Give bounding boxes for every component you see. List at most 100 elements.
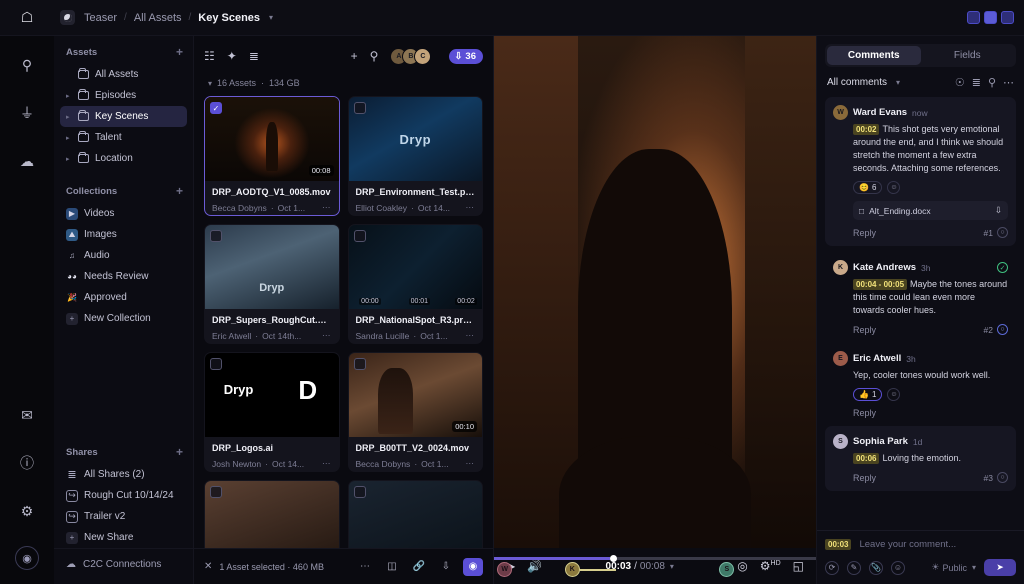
help-icon[interactable]: ⓘ [14, 450, 40, 476]
avatar[interactable]: ◉ [15, 546, 39, 570]
draw-icon[interactable]: ⟳ [825, 561, 839, 575]
sidebar-item-all-shares[interactable]: ≣ All Shares (2) [60, 464, 187, 485]
sidebar-item-talent[interactable]: ▸ Talent [60, 127, 187, 148]
asset-thumbnail[interactable]: 00:10 [349, 353, 483, 437]
search-icon[interactable]: ⚲ [370, 49, 379, 63]
list-item[interactable]: W Ward Evans now 00:02This shot gets ver… [825, 97, 1016, 246]
composer-timecode[interactable]: 00:03 [825, 539, 851, 550]
sidebar-item-audio[interactable]: ♫ Audio [60, 245, 187, 266]
comment-input[interactable]: Leave your comment... [859, 539, 956, 550]
toggle-center-pane-button[interactable] [984, 11, 997, 24]
reaction-pill[interactable]: 👍 1 [853, 388, 882, 401]
avatar[interactable]: E [833, 351, 848, 366]
pin-icon[interactable]: ☉ [955, 76, 965, 89]
add-reaction-icon[interactable]: ☺ [887, 388, 900, 401]
table-row[interactable]: ✓ 00:08 DRP_AODTQ_V1_0085.mov Becca Doby… [204, 96, 340, 216]
chevron-right-icon[interactable]: ▸ [66, 134, 72, 142]
table-row[interactable]: Dryp D DRP_Logos.ai Josh Newton · Oct 14… [204, 352, 340, 472]
asset-thumbnail[interactable] [349, 481, 483, 548]
upload-button[interactable]: ⇩ 36 [449, 49, 483, 64]
settings-icon[interactable]: ⚙ [14, 498, 40, 524]
asset-checkbox[interactable] [210, 230, 222, 242]
avatar[interactable]: C [414, 48, 431, 65]
chevron-right-icon[interactable]: ▸ [66, 155, 72, 163]
asset-thumbnail[interactable]: 00:00 00:01 00:02 [349, 225, 483, 309]
tab-comments[interactable]: Comments [827, 46, 921, 65]
add-share-icon[interactable]: + [176, 446, 183, 458]
asset-checkbox[interactable] [354, 102, 366, 114]
reply-button[interactable]: Reply [853, 228, 876, 238]
comment-timecode[interactable]: 00:02 [853, 124, 879, 135]
asset-thumbnail[interactable] [205, 481, 339, 548]
breadcrumb-item-2[interactable]: Key Scenes [198, 12, 260, 24]
asset-checkbox[interactable] [210, 486, 222, 498]
home-button[interactable]: ☖ [0, 9, 54, 26]
sidebar-item-key-scenes[interactable]: ▸ Key Scenes [60, 106, 187, 127]
more-icon[interactable]: ⋯ [466, 458, 476, 469]
sidebar-item-images[interactable]: ⛰ Images [60, 224, 187, 245]
sidebar-item-location[interactable]: ▸ Location [60, 148, 187, 169]
list-item[interactable]: S Sophia Park 1d 00:06Loving the emotion… [825, 426, 1016, 491]
chevron-down-icon[interactable]: ▾ [208, 79, 212, 88]
video-canvas[interactable] [494, 36, 816, 548]
list-item[interactable]: E Eric Atwell 3h Yep, cooler tones would… [825, 343, 1016, 420]
comment-marker[interactable]: W [497, 562, 512, 577]
reply-button[interactable]: Reply [853, 325, 876, 335]
comment-timecode[interactable]: 00:04 - 00:05 [853, 279, 907, 290]
comment-timecode[interactable]: 00:06 [853, 453, 879, 464]
add-collection-icon[interactable]: + [176, 185, 183, 197]
comment-marker[interactable]: S [719, 562, 734, 577]
download-icon[interactable]: ⇩ [436, 558, 456, 576]
asset-checkbox[interactable] [354, 486, 366, 498]
resolved-icon[interactable]: ✓ [997, 262, 1008, 273]
comment-attachment[interactable]: □ Alt_Ending.docx ⇩ [853, 201, 1008, 220]
send-button[interactable]: ➤ [984, 559, 1016, 576]
table-row[interactable]: DRP_Environment_Test.psd Elliot Coakley … [348, 96, 484, 216]
close-icon[interactable]: ✕ [204, 561, 212, 572]
sidebar-item-new-collection[interactable]: + New Collection [60, 308, 187, 329]
sidebar-item-rough-cut[interactable]: ↪ Rough Cut 10/14/24 [60, 485, 187, 506]
download-icon[interactable]: ⇩ [995, 205, 1002, 216]
avatar[interactable]: S [833, 434, 848, 449]
reaction-pill[interactable]: 😊 6 [853, 181, 882, 194]
composer-row[interactable]: 00:03 Leave your comment... [825, 539, 1016, 550]
breadcrumb-item-0[interactable]: Teaser [84, 12, 117, 24]
sort-icon[interactable]: ≣ [972, 76, 981, 89]
asset-checkbox[interactable]: ✓ [210, 102, 222, 114]
grid-view-icon[interactable]: ☷ [204, 49, 215, 63]
notifications-icon[interactable]: ⏚ [14, 100, 40, 126]
sidebar-item-c2c-connections[interactable]: ☁ C2C Connections [54, 548, 193, 584]
comment-marker[interactable]: K [565, 562, 580, 577]
more-icon[interactable]: ⋯ [466, 202, 476, 213]
sidebar-item-trailer-v2[interactable]: ↪ Trailer v2 [60, 506, 187, 527]
table-row[interactable]: 00:10 DRP_B00TT_V2_0024.mov Becca Dobyns… [348, 352, 484, 472]
link-icon[interactable]: 🔗 [409, 558, 429, 576]
sidebar-item-all-assets[interactable]: ▸ All Assets [60, 64, 187, 85]
paperclip-icon[interactable]: 📎 [869, 561, 883, 575]
asset-thumbnail[interactable] [349, 97, 483, 181]
thread-icon[interactable]: ○ [997, 324, 1008, 335]
table-row[interactable] [204, 480, 340, 548]
table-row[interactable]: 00:00 00:01 00:02 DRP_NationalSpot_R3.pr… [348, 224, 484, 344]
sidebar-item-episodes[interactable]: ▸ Episodes [60, 85, 187, 106]
plus-icon[interactable]: + [351, 49, 358, 63]
camera-icon[interactable]: ◉ [463, 558, 483, 576]
resolve-icon[interactable]: ○ [997, 472, 1008, 483]
resolve-icon[interactable]: ○ [997, 227, 1008, 238]
asset-thumbnail[interactable]: Dryp D [205, 353, 339, 437]
reply-button[interactable]: Reply [853, 473, 876, 483]
emoji-icon[interactable]: ☺ [891, 561, 905, 575]
more-icon[interactable]: ⋯ [322, 330, 332, 341]
sidebar-item-new-share[interactable]: + New Share [60, 527, 187, 548]
visibility-selector[interactable]: ☀ Public ▾ [931, 562, 976, 573]
asset-checkbox[interactable] [354, 230, 366, 242]
search-icon[interactable]: ⚲ [14, 52, 40, 78]
layout-icon[interactable]: ◫ [382, 558, 402, 576]
asset-checkbox[interactable] [210, 358, 222, 370]
table-row[interactable]: DRP_Supers_RoughCut.aep Eric Atwell · Oc… [204, 224, 340, 344]
more-icon[interactable]: ⋯ [1003, 76, 1014, 89]
filter-icon[interactable]: ✦ [227, 49, 237, 63]
more-icon[interactable]: ⋯ [355, 558, 375, 576]
more-icon[interactable]: ⋯ [466, 330, 476, 341]
toggle-left-pane-button[interactable] [967, 11, 980, 24]
